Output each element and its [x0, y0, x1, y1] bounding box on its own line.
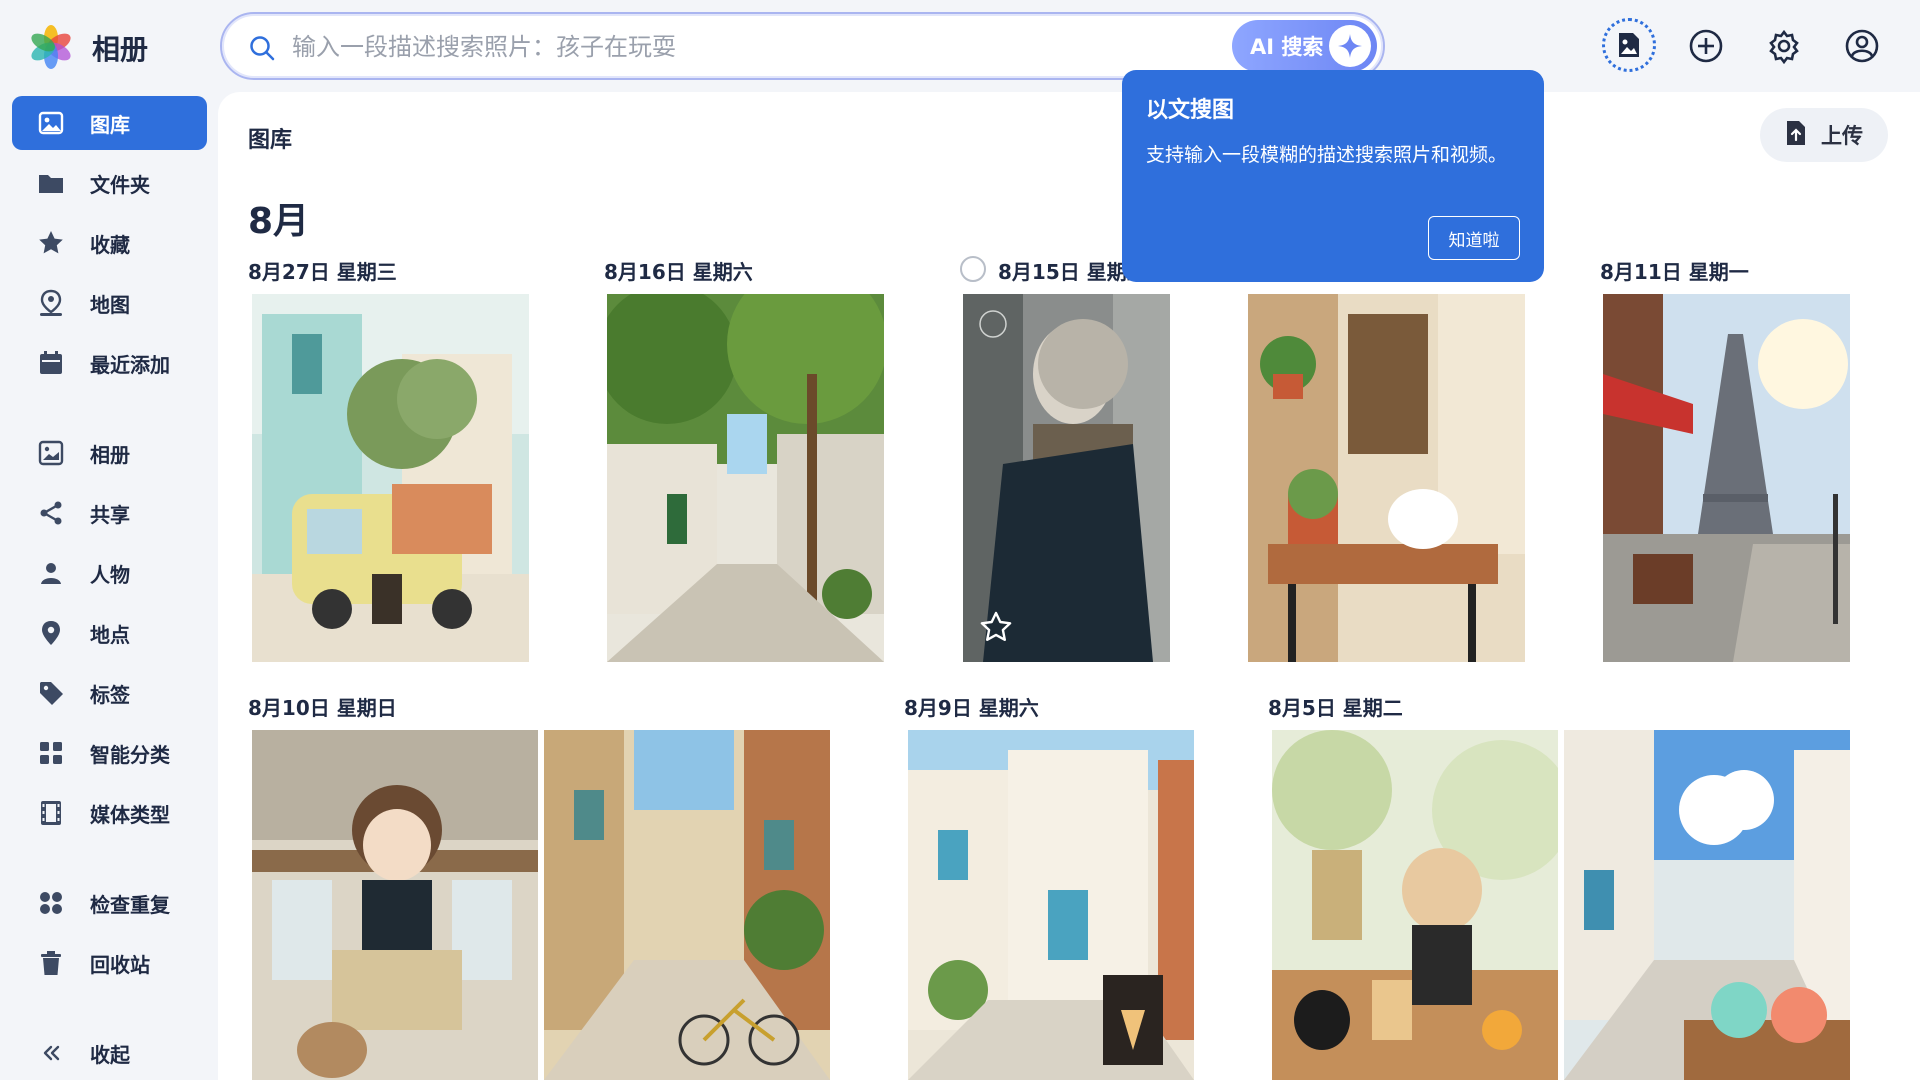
sidebar-item-label: 地点 — [90, 622, 130, 647]
sidebar-item-label: 共享 — [90, 502, 130, 527]
grid-icon — [36, 738, 66, 768]
ai-search-label: AI 搜索 — [1250, 35, 1324, 59]
sidebar-item-people[interactable]: 人物 — [12, 546, 207, 600]
upload-label: 上传 — [1821, 124, 1863, 148]
photo-tree-alley[interactable] — [607, 294, 884, 662]
duplicate-icon — [36, 888, 66, 918]
sidebar-item-smart-category[interactable]: 智能分类 — [12, 726, 207, 780]
search-icon — [248, 34, 276, 62]
sidebar-item-albums[interactable]: 相册 — [12, 426, 207, 480]
sidebar-item-share[interactable]: 共享 — [12, 486, 207, 540]
photo-shaved-ice-street[interactable] — [1564, 730, 1850, 1080]
star-icon — [36, 228, 66, 258]
user-avatar-icon[interactable] — [1838, 22, 1886, 70]
select-group-checkbox[interactable] — [960, 256, 986, 282]
sidebar-item-label: 最近添加 — [90, 352, 170, 377]
tag-icon — [36, 678, 66, 708]
sidebar-item-label: 标签 — [90, 682, 130, 707]
location-icon — [36, 618, 66, 648]
sidebar-item-favorites[interactable]: 收藏 — [12, 216, 207, 270]
top-bar: 相册 AI 搜索 — [0, 0, 1920, 92]
ai-search-button[interactable]: AI 搜索 — [1232, 20, 1377, 72]
feature-tooltip: 以文搜图 支持输入一段模糊的描述搜索照片和视频。 知道啦 — [1122, 70, 1544, 282]
search-input[interactable] — [292, 28, 1192, 66]
photo-ice-cream-street[interactable] — [908, 730, 1194, 1080]
sidebar-item-gallery[interactable]: 图库 — [12, 96, 207, 150]
double-chevron-left-icon — [36, 1038, 66, 1068]
share-icon — [36, 498, 66, 528]
gallery-icon — [36, 108, 66, 138]
folder-icon — [36, 168, 66, 198]
photo-woman-portrait[interactable] — [963, 294, 1170, 662]
photo-street-bicycle[interactable] — [544, 730, 830, 1080]
sidebar-item-places[interactable]: 地点 — [12, 606, 207, 660]
calendar-icon — [36, 348, 66, 378]
sidebar-item-label: 收藏 — [90, 232, 130, 257]
app-title: 相册 — [92, 33, 149, 66]
sidebar-item-label: 检查重复 — [90, 892, 170, 917]
album-icon — [36, 438, 66, 468]
add-circle-icon[interactable] — [1682, 22, 1730, 70]
sidebar-item-label: 文件夹 — [90, 172, 150, 197]
sidebar-item-label: 智能分类 — [90, 742, 170, 767]
date-group-label: 8月10日 星期日 — [248, 696, 397, 720]
sidebar-item-label: 相册 — [90, 442, 130, 467]
month-heading: 8月 — [248, 201, 310, 242]
main-content: 图库 上传 8月 8月27日 星期三 8月16日 星期六 8月15日 星期五 8… — [218, 92, 1920, 1080]
photo-cat-girl-drinks[interactable] — [1272, 730, 1558, 1080]
sidebar-item-media-type[interactable]: 媒体类型 — [12, 786, 207, 840]
date-group-label: 8月27日 星期三 — [248, 260, 397, 284]
sidebar-item-recent[interactable]: 最近添加 — [12, 336, 207, 390]
sidebar-item-duplicates[interactable]: 检查重复 — [12, 876, 207, 930]
film-icon — [36, 798, 66, 828]
tooltip-body: 支持输入一段模糊的描述搜索照片和视频。 — [1146, 144, 1508, 166]
sidebar-item-label: 地图 — [90, 292, 130, 317]
sidebar-item-label: 图库 — [90, 112, 130, 137]
photo-search-icon[interactable] — [1602, 18, 1656, 72]
sidebar-item-tags[interactable]: 标签 — [12, 666, 207, 720]
sidebar: 图库 文件夹 收藏 地图 最近添加 相册 共享 人物 地点 标签 智能分类 媒体… — [0, 92, 218, 1080]
collapse-label: 收起 — [90, 1042, 130, 1067]
sidebar-item-folder[interactable]: 文件夹 — [12, 156, 207, 210]
photo-cafe-table[interactable] — [1248, 294, 1525, 662]
gear-icon[interactable] — [1760, 22, 1808, 70]
map-pin-person-icon — [36, 288, 66, 318]
sidebar-item-label: 回收站 — [90, 952, 150, 977]
sparkle-icon — [1329, 25, 1371, 67]
photo-food-truck[interactable] — [252, 294, 529, 662]
page-title: 图库 — [248, 128, 293, 153]
app-logo-icon — [28, 24, 74, 70]
tooltip-dismiss-button[interactable]: 知道啦 — [1428, 216, 1520, 260]
sidebar-item-label: 媒体类型 — [90, 802, 170, 827]
sidebar-item-map[interactable]: 地图 — [12, 276, 207, 330]
sidebar-item-trash[interactable]: 回收站 — [12, 936, 207, 990]
trash-icon — [36, 948, 66, 978]
sidebar-collapse-button[interactable]: 收起 — [12, 1026, 207, 1080]
date-group-label: 8月16日 星期六 — [604, 260, 753, 284]
photo-girl-with-cat[interactable] — [252, 730, 538, 1080]
date-group-label: 8月11日 星期一 — [1600, 260, 1749, 284]
tooltip-title: 以文搜图 — [1146, 98, 1235, 123]
favorite-star-icon[interactable] — [979, 610, 1013, 644]
sidebar-item-label: 人物 — [90, 562, 130, 587]
photo-eiffel-tower[interactable] — [1603, 294, 1850, 662]
date-group-label: 8月9日 星期六 — [904, 696, 1039, 720]
person-icon — [36, 558, 66, 588]
upload-file-icon — [1785, 120, 1807, 151]
upload-button[interactable]: 上传 — [1760, 108, 1888, 162]
date-group-label: 8月5日 星期二 — [1268, 696, 1403, 720]
